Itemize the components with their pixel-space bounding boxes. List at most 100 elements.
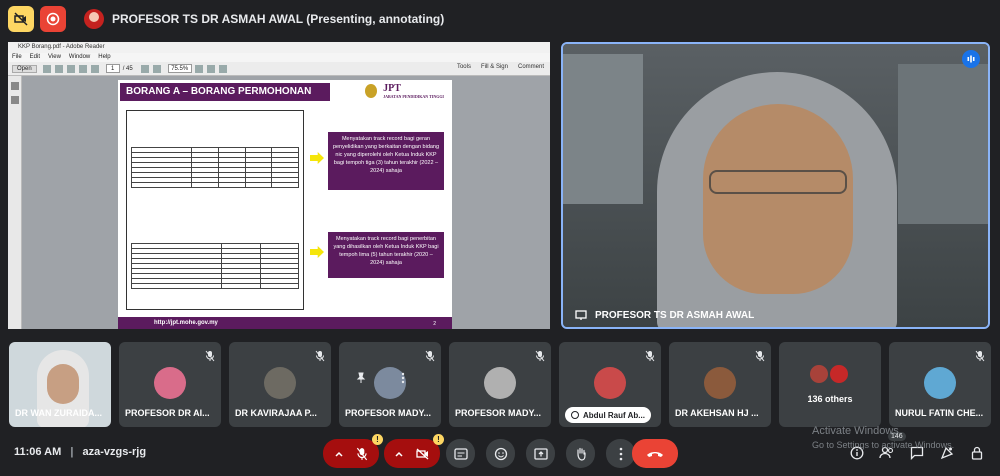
page-number-input[interactable]: 1 bbox=[105, 64, 120, 73]
participant-tile[interactable]: DR WAN ZURAIDA... bbox=[9, 342, 111, 427]
raise-hand-button[interactable] bbox=[566, 439, 595, 468]
activation-title: Activate Windows bbox=[812, 425, 899, 437]
open-button[interactable]: Open bbox=[12, 64, 37, 73]
pdf-document-area[interactable]: BORANG A – BORANG PERMOHONAN KKP JPT JABA… bbox=[22, 76, 550, 329]
page-up-icon[interactable] bbox=[78, 64, 87, 73]
lock-icon bbox=[971, 446, 983, 460]
grant-table bbox=[131, 147, 299, 188]
logos: JPT JABATAN PENDIDIKAN TINGGI bbox=[365, 83, 444, 99]
tile-hover-controls bbox=[355, 372, 405, 384]
jpt-logo: JPT JABATAN PENDIDIKAN TINGGI bbox=[383, 83, 444, 99]
minimize-icon[interactable] bbox=[502, 43, 516, 52]
leave-call-button[interactable] bbox=[632, 439, 678, 468]
document-title: BORANG A – BORANG PERMOHONAN KKP bbox=[120, 83, 330, 115]
present-icon bbox=[533, 447, 548, 460]
tools-link[interactable]: Tools bbox=[457, 64, 471, 70]
zoom-input[interactable]: 75.5% bbox=[167, 64, 192, 73]
print-icon[interactable] bbox=[54, 64, 63, 73]
screen-share[interactable]: KKP Borang.pdf - Adobe Reader File Edit … bbox=[8, 42, 550, 329]
others-tile[interactable]: 136 others bbox=[779, 342, 881, 427]
meeting-code: aza-vzgs-rjg bbox=[82, 446, 147, 458]
more-options-button[interactable] bbox=[606, 439, 635, 468]
avatar bbox=[594, 367, 626, 399]
participant-name: PROFESOR DR AI... bbox=[125, 408, 210, 418]
menu-view[interactable]: View bbox=[48, 53, 61, 62]
fit-page-icon[interactable] bbox=[194, 64, 203, 73]
participant-name: PROFESOR MADY... bbox=[345, 408, 432, 418]
host-controls-button[interactable] bbox=[968, 444, 986, 462]
mic-control-group: ! bbox=[323, 434, 383, 468]
sign-icon[interactable] bbox=[218, 64, 227, 73]
speaker-glasses bbox=[709, 170, 847, 194]
mail-icon[interactable] bbox=[66, 64, 75, 73]
presenting-icon bbox=[575, 310, 587, 320]
pages-icon[interactable] bbox=[10, 82, 19, 90]
pin-icon[interactable] bbox=[355, 372, 367, 384]
mic-off-icon bbox=[205, 350, 215, 362]
avatar bbox=[704, 367, 736, 399]
comment-icon[interactable] bbox=[206, 64, 215, 73]
avatar bbox=[809, 364, 829, 384]
participant-tile[interactable]: PROFESOR MADY... bbox=[449, 342, 551, 427]
participant-tile[interactable]: DR KAVIRAJAA P... bbox=[229, 342, 331, 427]
camera-off-icon[interactable] bbox=[416, 448, 430, 460]
comment-link[interactable]: Comment bbox=[518, 64, 544, 70]
page-down-icon[interactable] bbox=[90, 64, 99, 73]
more-options-icon[interactable] bbox=[401, 372, 405, 384]
avatar bbox=[264, 367, 296, 399]
form-section bbox=[126, 110, 304, 310]
zoom-out-icon[interactable] bbox=[140, 64, 149, 73]
hang-up-icon bbox=[647, 451, 663, 457]
zoom-in-icon[interactable] bbox=[152, 64, 161, 73]
page-total: / 45 bbox=[122, 65, 133, 72]
participant-tile[interactable]: DR AKEHSAN HJ ... bbox=[669, 342, 771, 427]
participant-tile[interactable]: Abdul Rauf Ab... bbox=[559, 342, 661, 427]
menu-help[interactable]: Help bbox=[98, 53, 110, 62]
menu-window[interactable]: Window bbox=[69, 53, 90, 62]
avatar bbox=[829, 364, 849, 384]
footer-url: http://jpt.mohe.gov.my bbox=[154, 320, 218, 326]
pdf-toolbar: Open 1 / 45 75.5% Tools Fill & Sign Comm… bbox=[8, 62, 550, 76]
stop-presenting-button[interactable] bbox=[40, 6, 66, 32]
warning-icon: ! bbox=[372, 434, 383, 445]
background-window bbox=[898, 64, 988, 224]
close-icon[interactable] bbox=[534, 43, 548, 52]
jpt-logo-sub: JABATAN PENDIDIKAN TINGGI bbox=[383, 94, 444, 99]
form-instructions-2 bbox=[127, 221, 303, 241]
participant-tile[interactable]: PROFESOR MADY... bbox=[339, 342, 441, 427]
speaker-name: PROFESOR TS DR ASMAH AWAL bbox=[595, 309, 755, 321]
avatar bbox=[484, 367, 516, 399]
record-icon bbox=[46, 12, 60, 26]
maximize-icon[interactable] bbox=[518, 43, 532, 52]
avatar bbox=[924, 367, 956, 399]
save-icon[interactable] bbox=[42, 64, 51, 73]
activation-subtitle: Go to Settings to activate Windows. bbox=[812, 440, 955, 450]
participant-face bbox=[47, 364, 79, 404]
mic-off-icon bbox=[755, 350, 765, 362]
camera-off-button[interactable] bbox=[8, 6, 34, 32]
arrow-icon bbox=[310, 152, 324, 164]
participant-tile[interactable]: PROFESOR DR AI... bbox=[119, 342, 221, 427]
publication-table bbox=[131, 243, 299, 289]
menu-edit[interactable]: Edit bbox=[30, 53, 40, 62]
mic-off-icon bbox=[425, 350, 435, 362]
present-screen-button[interactable] bbox=[526, 439, 555, 468]
mic-off-icon[interactable] bbox=[356, 447, 368, 461]
emoji-icon bbox=[494, 447, 507, 460]
reactions-button[interactable] bbox=[486, 439, 515, 468]
annotation-box-grants: Menyatakan track record bagi geran penye… bbox=[328, 132, 444, 190]
speaker-name-label: PROFESOR TS DR ASMAH AWAL bbox=[575, 309, 754, 321]
captions-button[interactable] bbox=[446, 439, 475, 468]
fill-sign-link[interactable]: Fill & Sign bbox=[481, 64, 508, 70]
speaker-tile[interactable]: PROFESOR TS DR ASMAH AWAL bbox=[561, 42, 990, 329]
chevron-up-icon[interactable] bbox=[394, 450, 404, 458]
menu-file[interactable]: File bbox=[12, 53, 22, 62]
mic-off-icon bbox=[535, 350, 545, 362]
participant-tile[interactable]: NURUL FATIN CHE... bbox=[889, 342, 991, 427]
avatar bbox=[154, 367, 186, 399]
chevron-up-icon[interactable] bbox=[334, 450, 344, 458]
annotation-box-publications: Menyatakan track record bagi penerbitan … bbox=[328, 232, 444, 278]
page-footer: http://jpt.mohe.gov.my bbox=[118, 317, 452, 329]
camera-off-icon bbox=[14, 12, 28, 26]
attachment-icon[interactable] bbox=[10, 96, 19, 104]
